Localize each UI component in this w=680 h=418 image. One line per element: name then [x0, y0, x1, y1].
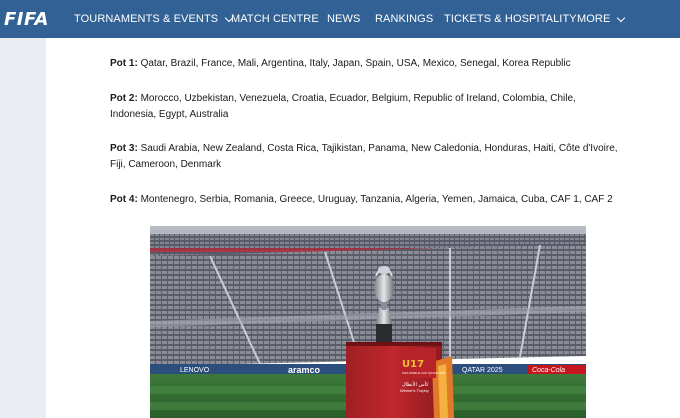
- nav-item-match-centre[interactable]: MATCH CENTRE: [231, 13, 319, 25]
- nav-item-more[interactable]: MORE: [577, 13, 626, 25]
- nav-item-label: TOURNAMENTS & EVENTS: [74, 13, 219, 25]
- pot-3-paragraph: Pot 3: Saudi Arabia, New Zealand, Costa …: [110, 141, 620, 173]
- pot-label: Pot 4:: [110, 194, 138, 205]
- pot-teams: Qatar, Brazil, France, Mali, Argentina, …: [140, 58, 571, 69]
- stadium-trophy-photo: LENOVO aramco QATAR 2025 Coca-Cola U17 F…: [150, 226, 586, 418]
- pot-1-paragraph: Pot 1: Qatar, Brazil, France, Mali, Arge…: [110, 56, 620, 72]
- fifa-logo[interactable]: FIFA: [4, 9, 49, 30]
- pot-2-paragraph: Pot 2: Morocco, Uzbekistan, Venezuela, C…: [110, 91, 620, 123]
- trophy-box-logo: U17: [402, 359, 424, 370]
- nav-item-tournaments-events[interactable]: TOURNAMENTS & EVENTS: [74, 13, 234, 25]
- nav-item-label: TICKETS & HOSPITALITY: [444, 13, 577, 25]
- board-ad-lenovo: LENOVO: [180, 367, 210, 374]
- trophy-box-arabic: كأس الأبطال: [402, 380, 429, 388]
- top-navigation-bar: FIFA TOURNAMENTS & EVENTS MATCH CENTRE N…: [0, 0, 680, 38]
- chevron-down-icon: [617, 13, 626, 22]
- pot-label: Pot 2:: [110, 93, 138, 104]
- nav-item-tickets-hospitality[interactable]: TICKETS & HOSPITALITY: [444, 13, 577, 25]
- pot-4-paragraph: Pot 4: Montenegro, Serbia, Romania, Gree…: [110, 192, 620, 208]
- side-gutter: [0, 38, 46, 418]
- pot-label: Pot 1:: [110, 58, 138, 69]
- board-ad-qatar: QATAR 2025: [462, 367, 503, 374]
- trophy-box-caption: Winner's Trophy: [400, 388, 429, 393]
- trophy-box-logo-sub: FIFA WORLD CUP QATAR 2025: [402, 371, 446, 375]
- nav-item-label: MATCH CENTRE: [231, 13, 319, 25]
- nav-item-label: RANKINGS: [375, 13, 434, 25]
- board-ad-cocacola: Coca-Cola: [532, 367, 565, 374]
- nav-item-label: MORE: [577, 13, 611, 25]
- nav-item-news[interactable]: NEWS: [327, 13, 360, 25]
- nav-item-rankings[interactable]: RANKINGS: [375, 13, 433, 25]
- stadium-illustration: LENOVO aramco QATAR 2025 Coca-Cola U17 F…: [150, 226, 586, 418]
- board-ad-aramco: aramco: [288, 365, 321, 375]
- pot-teams: Morocco, Uzbekistan, Venezuela, Croatia,…: [110, 93, 576, 120]
- pot-teams: Montenegro, Serbia, Romania, Greece, Uru…: [140, 194, 613, 205]
- pot-label: Pot 3:: [110, 143, 138, 154]
- pot-teams: Saudi Arabia, New Zealand, Costa Rica, T…: [110, 143, 618, 170]
- nav-item-label: NEWS: [327, 13, 361, 25]
